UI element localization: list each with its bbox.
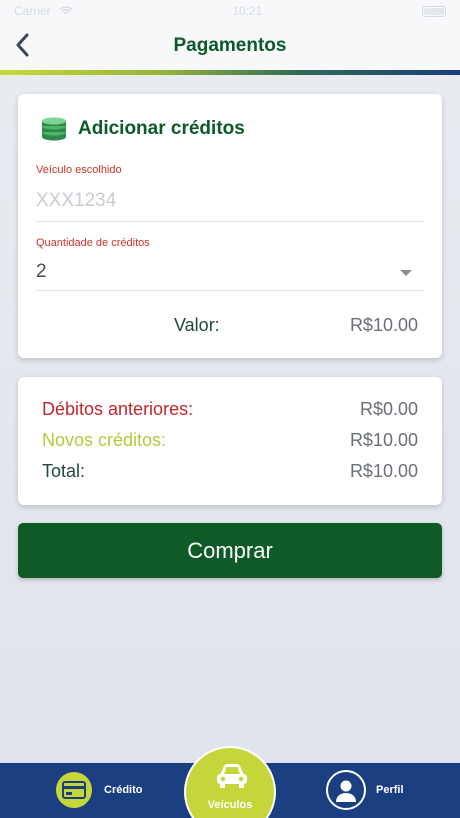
battery-icon: [421, 5, 446, 17]
header: Carrier 10:21 Pagamentos: [0, 0, 460, 72]
clock: 10:21: [232, 4, 263, 18]
quantity-select[interactable]: 2: [36, 261, 47, 283]
coins-stack-icon: [42, 117, 66, 141]
tab-credit-label: Crédito: [104, 784, 143, 796]
add-credits-card: Adicionar créditos Veículo escolhido XXX…: [18, 94, 442, 358]
add-credits-header: Adicionar créditos: [40, 116, 245, 142]
buy-button[interactable]: Comprar: [18, 523, 442, 578]
previous-debts-value: R$0.00: [359, 399, 418, 419]
tab-credit[interactable]: Crédito: [54, 770, 143, 810]
total-row: Total: R$10.00: [42, 461, 418, 482]
vehicle-field[interactable]: XXX1234: [36, 190, 116, 212]
add-credits-title: Adicionar créditos: [78, 118, 245, 139]
car-icon: [217, 764, 247, 788]
previous-debts-row: Débitos anteriores: R$0.00: [42, 399, 418, 420]
total-label: Total:: [42, 461, 86, 481]
vehicle-field-underline: [36, 221, 424, 222]
summary-card: Débitos anteriores: R$0.00 Novos crédito…: [18, 377, 442, 505]
chevron-down-icon[interactable]: [400, 270, 412, 276]
profile-tab-badge: [326, 770, 366, 810]
quantity-select-underline: [36, 290, 424, 291]
status-bar: Carrier 10:21: [0, 0, 460, 22]
user-icon: [336, 780, 356, 802]
new-credits-label: Novos créditos:: [42, 430, 167, 450]
new-credits-row: Novos créditos: R$10.00: [42, 430, 418, 451]
wifi-icon: [59, 6, 73, 15]
previous-debts-label: Débitos anteriores:: [42, 399, 194, 419]
new-credits-value: R$10.00: [349, 430, 418, 450]
value-amount: R$10.00: [349, 315, 418, 335]
tab-profile-label: Perfil: [376, 784, 404, 796]
credit-card-icon: [62, 781, 86, 799]
page-title: Pagamentos: [173, 35, 287, 56]
header-gradient-line: [0, 70, 460, 75]
tab-vehicles-label: Veículos: [207, 799, 253, 811]
tab-vehicles[interactable]: Veículos: [184, 746, 276, 818]
credit-tab-badge: [54, 770, 94, 810]
carrier-label: Carrier: [14, 4, 51, 18]
tab-profile[interactable]: Perfil: [326, 770, 404, 810]
quantity-label: Quantidade de créditos: [36, 237, 150, 249]
total-value: R$10.00: [349, 461, 418, 481]
value-label: Valor:: [174, 315, 220, 335]
vehicle-label: Veículo escolhido: [36, 164, 122, 176]
